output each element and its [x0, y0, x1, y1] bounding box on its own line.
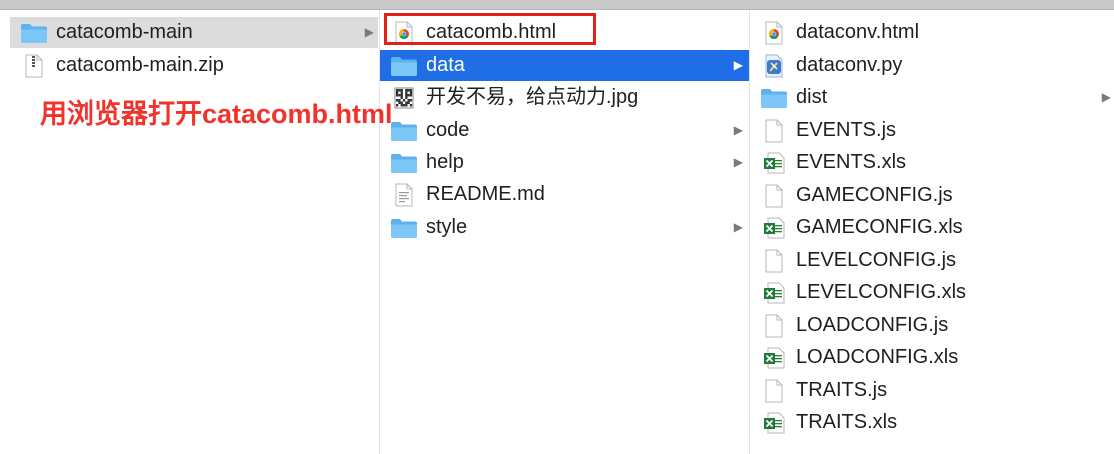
- row-traits-xls[interactable]: TRAITS.xls: [750, 407, 1114, 438]
- excel-file-icon: [760, 151, 788, 175]
- row-label: LOADCONFIG.js: [796, 314, 949, 336]
- excel-file-icon: [760, 346, 788, 370]
- row-dataconv-html[interactable]: dataconv.html: [750, 17, 1114, 48]
- row-label: GAMECONFIG.xls: [796, 216, 963, 238]
- folder-icon: [390, 216, 418, 240]
- excel-file-icon: [760, 281, 788, 305]
- row-label: dist: [796, 86, 828, 108]
- row-loadconfig-xls[interactable]: LOADCONFIG.xls: [750, 342, 1114, 373]
- row-code-folder[interactable]: code ▶: [380, 115, 749, 146]
- blank-file-icon: [760, 379, 788, 403]
- row-label: LEVELCONFIG.xls: [796, 281, 967, 303]
- row-label: GAMECONFIG.js: [796, 184, 953, 206]
- row-label: dataconv.py: [796, 54, 903, 76]
- chevron-right-icon: ▶: [733, 58, 743, 72]
- row-label: TRAITS.xls: [796, 411, 898, 433]
- row-data-folder[interactable]: data ▶: [380, 50, 749, 81]
- window-top-edge: [0, 0, 1114, 10]
- excel-file-icon: [760, 216, 788, 240]
- folder-icon: [20, 21, 48, 45]
- row-label: code: [426, 119, 470, 141]
- row-label: LEVELCONFIG.js: [796, 249, 957, 271]
- markdown-file-icon: [390, 183, 418, 207]
- row-gameconfig-js[interactable]: GAMECONFIG.js: [750, 180, 1114, 211]
- row-label: dataconv.html: [796, 21, 920, 43]
- row-label: EVENTS.xls: [796, 151, 907, 173]
- row-dataconv-py[interactable]: dataconv.py: [750, 50, 1114, 81]
- row-label: help: [426, 151, 464, 173]
- column-3: dataconv.html dataconv.py dist ▶ EVENTS.…: [749, 10, 1114, 454]
- folder-icon: [390, 54, 418, 78]
- annotation-text: 用浏览器打开catacomb.html: [40, 99, 393, 129]
- chevron-right-icon: ▶: [364, 25, 374, 39]
- row-catacomb-main-zip[interactable]: catacomb-main.zip: [10, 50, 378, 81]
- row-support-jpg[interactable]: 开发不易，给点动力.jpg: [380, 82, 749, 113]
- zip-file-icon: [20, 54, 48, 78]
- blank-file-icon: [760, 314, 788, 338]
- column-2: catacomb.html data ▶ 开发不易，给点动力.jpg code …: [379, 10, 749, 454]
- highlight-box: [384, 13, 596, 45]
- row-label: catacomb-main.zip: [56, 54, 224, 76]
- blank-file-icon: [760, 119, 788, 143]
- row-label: TRAITS.js: [796, 379, 888, 401]
- chrome-html-icon: [760, 21, 788, 45]
- chevron-right-icon: ▶: [733, 155, 743, 169]
- folder-icon: [390, 151, 418, 175]
- row-catacomb-main-folder[interactable]: catacomb-main ▶: [10, 17, 378, 48]
- row-style-folder[interactable]: style ▶: [380, 212, 749, 243]
- row-label: EVENTS.js: [796, 119, 897, 141]
- row-label: 开发不易，给点动力.jpg: [426, 86, 639, 108]
- column-1: catacomb-main ▶ catacomb-main.zip: [10, 10, 378, 454]
- row-traits-js[interactable]: TRAITS.js: [750, 375, 1114, 406]
- blank-file-icon: [760, 184, 788, 208]
- row-readme-md[interactable]: README.md: [380, 179, 749, 210]
- blank-file-icon: [760, 249, 788, 273]
- row-label: style: [426, 216, 468, 238]
- row-label: LOADCONFIG.xls: [796, 346, 959, 368]
- folder-icon: [760, 86, 788, 110]
- qr-image-icon: [390, 86, 418, 110]
- row-label: data: [426, 54, 465, 76]
- row-help-folder[interactable]: help ▶: [380, 147, 749, 178]
- chevron-right-icon: ▶: [733, 123, 743, 137]
- row-events-xls[interactable]: EVENTS.xls: [750, 147, 1114, 178]
- row-dist-folder[interactable]: dist ▶: [750, 82, 1114, 113]
- row-label: catacomb-main: [56, 21, 193, 43]
- chevron-right-icon: ▶: [733, 220, 743, 234]
- row-loadconfig-js[interactable]: LOADCONFIG.js: [750, 310, 1114, 341]
- row-events-js[interactable]: EVENTS.js: [750, 115, 1114, 146]
- folder-icon: [390, 119, 418, 143]
- row-label: README.md: [426, 183, 545, 205]
- row-gameconfig-xls[interactable]: GAMECONFIG.xls: [750, 212, 1114, 243]
- excel-file-icon: [760, 411, 788, 435]
- row-levelconfig-xls[interactable]: LEVELCONFIG.xls: [750, 277, 1114, 308]
- python-file-icon: [760, 54, 788, 78]
- row-levelconfig-js[interactable]: LEVELCONFIG.js: [750, 245, 1114, 276]
- chevron-right-icon: ▶: [1101, 90, 1111, 104]
